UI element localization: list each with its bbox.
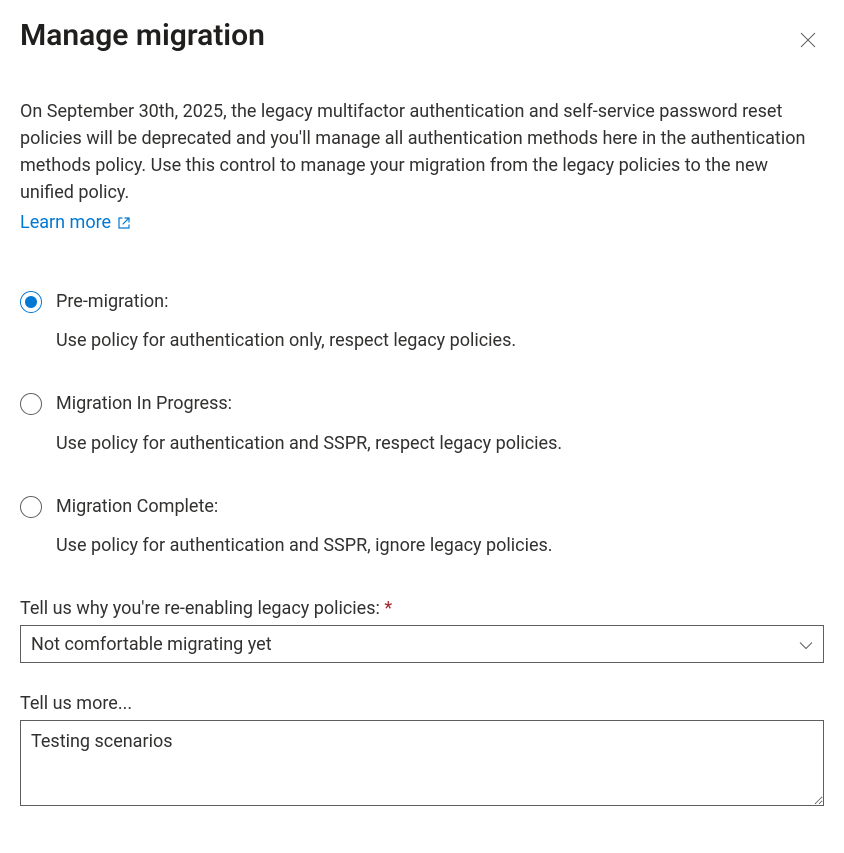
- chevron-down-icon: [799, 634, 813, 655]
- option-description: Use policy for authentication only, resp…: [56, 328, 824, 353]
- option-migration-complete[interactable]: Migration Complete: Use policy for authe…: [20, 494, 824, 558]
- option-label: Pre-migration:: [56, 289, 824, 314]
- reason-select[interactable]: Not comfortable migrating yet: [20, 625, 824, 663]
- option-description: Use policy for authentication and SSPR, …: [56, 533, 824, 558]
- option-pre-migration[interactable]: Pre-migration: Use policy for authentica…: [20, 289, 824, 353]
- option-migration-in-progress[interactable]: Migration In Progress: Use policy for au…: [20, 391, 824, 455]
- radio-pre-migration[interactable]: [20, 291, 42, 313]
- external-link-icon: [117, 216, 131, 230]
- close-button[interactable]: [792, 24, 824, 56]
- learn-more-label: Learn more: [20, 212, 111, 233]
- radio-migration-in-progress[interactable]: [20, 393, 42, 415]
- radio-migration-complete[interactable]: [20, 496, 42, 518]
- option-label: Migration Complete:: [56, 494, 824, 519]
- reason-field-label: Tell us why you're re-enabling legacy po…: [20, 598, 824, 619]
- page-title: Manage migration: [20, 18, 265, 54]
- more-field-label: Tell us more...: [20, 693, 824, 714]
- migration-options-group: Pre-migration: Use policy for authentica…: [20, 289, 824, 558]
- option-description: Use policy for authentication and SSPR, …: [56, 431, 824, 456]
- tell-us-more-textarea[interactable]: [20, 720, 824, 806]
- learn-more-link[interactable]: Learn more: [20, 212, 131, 233]
- close-icon: [800, 32, 816, 48]
- intro-paragraph: On September 30th, 2025, the legacy mult…: [20, 98, 824, 206]
- reason-select-value: Not comfortable migrating yet: [31, 634, 272, 655]
- required-asterisk: *: [384, 598, 392, 619]
- option-label: Migration In Progress:: [56, 391, 824, 416]
